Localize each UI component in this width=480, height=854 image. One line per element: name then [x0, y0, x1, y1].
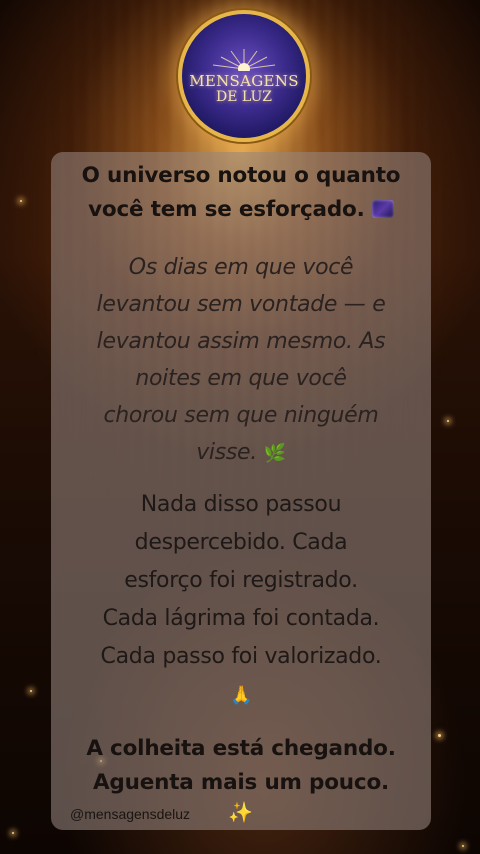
sparkles-icon: ✨ [228, 800, 253, 824]
italic-line: levantou sem vontade — e [96, 292, 386, 317]
body-line: esforço foi registrado. [124, 568, 358, 593]
sparkle-dot [438, 734, 441, 737]
praying-hands-icon: 🙏 [229, 685, 253, 706]
italic-line: chorou sem que ninguém [103, 403, 379, 428]
account-handle[interactable]: @mensagensdeluz [70, 806, 190, 822]
italic-line-text: visse. [196, 440, 257, 465]
body-paragraph: Nada disso passou despercebido. Cada esf… [51, 486, 431, 715]
sparkle-dot [12, 832, 14, 834]
closing-line: Aguenta mais um pouco. [92, 770, 389, 795]
logo-line1: MENSAGENS [189, 72, 299, 90]
body-line: Cada lágrima foi contada. [102, 606, 380, 631]
italic-line: visse. 🌿 [51, 434, 431, 472]
body-line: despercebido. Cada [134, 530, 348, 555]
italic-line: noites em que você [135, 366, 347, 391]
herb-icon: 🌿 [263, 443, 286, 464]
closing-line: A colheita está chegando. [86, 736, 396, 761]
milky-way-icon [371, 200, 394, 218]
sparkle-dot [447, 420, 449, 422]
italic-line: levantou assim mesmo. As [96, 329, 386, 354]
body-line: Nada disso passou [140, 492, 342, 517]
headline: O universo notou o quanto você tem se es… [51, 159, 431, 227]
sparkle-dot [30, 690, 32, 692]
headline-line: O universo notou o quanto [81, 163, 401, 188]
logo-line2: DE LUZ [216, 89, 272, 105]
sunrise-icon [212, 49, 276, 71]
body-line: 🙏 [51, 676, 431, 715]
sparkle-dot [462, 845, 464, 847]
italic-line: Os dias em que você [128, 255, 354, 280]
headline-line-text: você tem se esforçado. [88, 197, 365, 222]
body-line: Cada passo foi valorizado. [100, 644, 382, 669]
sparkle-dot [20, 200, 22, 202]
headline-line: você tem se esforçado. [51, 193, 431, 227]
story-canvas: MENSAGENS DE LUZ O universo notou o quan… [0, 0, 480, 854]
closing-paragraph: A colheita está chegando. Aguenta mais u… [51, 732, 431, 800]
italic-paragraph: Os dias em que você levantou sem vontade… [51, 249, 431, 472]
brand-logo: MENSAGENS DE LUZ [178, 10, 310, 142]
